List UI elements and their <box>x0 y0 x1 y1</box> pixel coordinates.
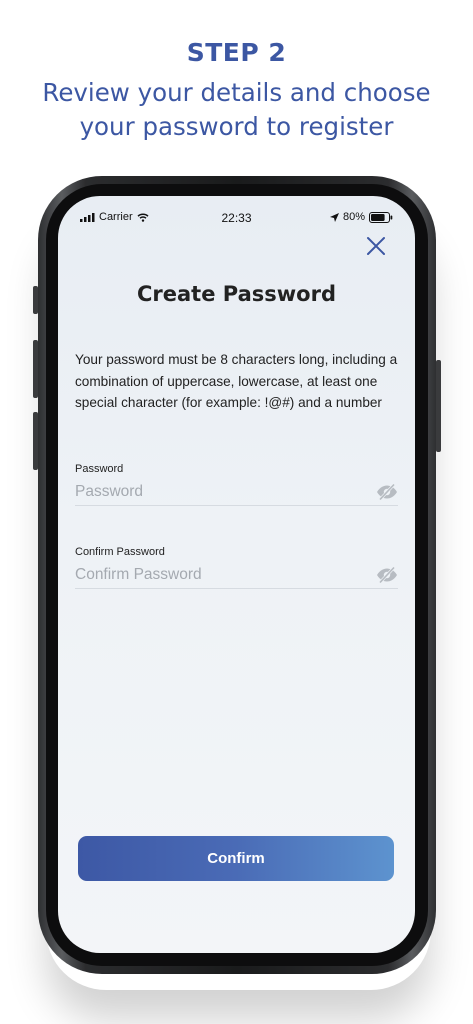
eye-slash-icon[interactable] <box>376 566 398 584</box>
location-arrow-icon <box>329 212 339 222</box>
step-header: STEP 2 Review your details and choose yo… <box>0 38 473 144</box>
password-row <box>75 477 398 506</box>
password-input[interactable] <box>75 483 355 501</box>
password-label: Password <box>75 463 124 475</box>
volume-up-button <box>33 340 38 398</box>
eye-slash-icon[interactable] <box>376 483 398 501</box>
power-button <box>436 360 441 452</box>
step-subtitle: Review your details and choose your pass… <box>0 76 473 144</box>
phone-screen: Carrier 22:33 80% Create Password Your p… <box>58 196 415 953</box>
status-right: 80% <box>329 211 393 223</box>
step-title: STEP 2 <box>186 38 287 67</box>
confirm-password-label: Confirm Password <box>75 546 165 558</box>
subtitle-line-1: Review your details and choose <box>42 78 431 107</box>
status-bar: Carrier 22:33 80% <box>58 210 415 226</box>
confirm-button[interactable]: Confirm <box>78 836 394 881</box>
password-field: Password <box>75 463 398 506</box>
confirm-password-row <box>75 560 398 589</box>
volume-down-button <box>33 412 38 470</box>
password-requirements: Your password must be 8 characters long,… <box>75 352 398 410</box>
confirm-password-input[interactable] <box>75 566 355 584</box>
battery-percent: 80% <box>342 211 365 223</box>
page-title: Create Password <box>137 282 336 306</box>
close-icon[interactable] <box>364 234 388 258</box>
mute-switch <box>33 286 38 314</box>
battery-icon <box>369 211 393 223</box>
subtitle-line-2: your password to register <box>79 112 394 141</box>
confirm-password-field: Confirm Password <box>75 546 398 589</box>
